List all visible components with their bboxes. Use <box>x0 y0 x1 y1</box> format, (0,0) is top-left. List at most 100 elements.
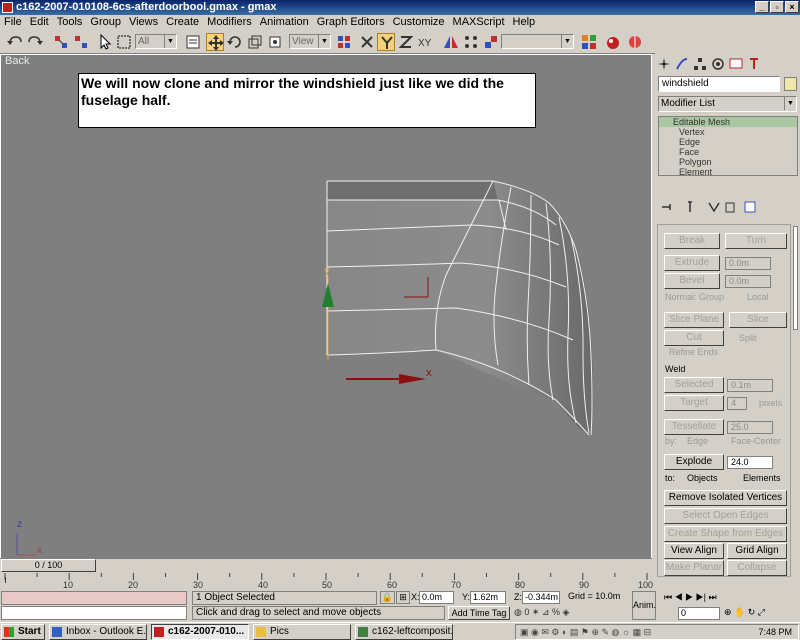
task-pics[interactable]: Pics <box>253 624 351 640</box>
named-selection-dropdown[interactable]: ▼ <box>501 34 574 49</box>
elements-radio[interactable]: Elements <box>743 473 781 483</box>
menu-file[interactable]: File <box>0 15 26 30</box>
weld-target-button[interactable]: Target <box>664 395 724 411</box>
create-shape-from-edges-button[interactable]: Create Shape from Edges <box>664 526 787 542</box>
lock-selection-icon[interactable]: 🔒 <box>380 591 395 604</box>
panel-scrollbar[interactable] <box>793 226 798 330</box>
array-icon[interactable] <box>462 33 480 51</box>
stack-item-face[interactable]: Face <box>659 147 797 157</box>
show-end-result-icon[interactable] <box>683 200 697 214</box>
restrict-z-icon[interactable] <box>397 33 415 51</box>
snap-toggles-icon[interactable]: ◍ 0 ✶ ⊿ % ◈ <box>514 607 569 618</box>
absolute-mode-icon[interactable]: ⊞ <box>396 591 410 604</box>
explode-button[interactable]: Explode <box>664 454 724 470</box>
select-and-scale-icon[interactable] <box>246 33 264 51</box>
use-pivot-center-icon[interactable] <box>335 33 353 51</box>
close-button[interactable]: × <box>785 1 799 13</box>
select-and-rotate-icon[interactable] <box>226 33 244 51</box>
remove-modifier-icon[interactable] <box>723 200 737 214</box>
stack-item-element[interactable]: Element <box>659 167 797 177</box>
edge-radio[interactable]: Edge <box>687 436 708 446</box>
task-outlook[interactable]: Inbox - Outlook E... <box>49 624 147 640</box>
create-tab-icon[interactable] <box>657 57 671 71</box>
windshield-mesh[interactable] <box>1 55 651 571</box>
group-radio[interactable]: Group <box>699 292 724 302</box>
local-radio[interactable]: Local <box>747 292 769 302</box>
restrict-xy-icon[interactable]: XY <box>417 33 439 51</box>
stack-item-edge[interactable]: Edge <box>659 137 797 147</box>
utilities-tab-icon[interactable] <box>747 57 761 71</box>
time-slider[interactable] <box>0 558 652 573</box>
time-slider-thumb[interactable]: 0 / 100 <box>1 559 96 572</box>
quick-render-icon[interactable] <box>626 33 644 51</box>
face-center-radio[interactable]: Face-Center <box>731 436 781 446</box>
grid-align-button[interactable]: Grid Align <box>727 543 787 559</box>
object-color-swatch[interactable] <box>784 77 797 91</box>
select-and-link-icon[interactable] <box>52 33 70 51</box>
weld-selected-button[interactable]: Selected <box>664 377 724 393</box>
bevel-button[interactable]: Bevel <box>664 273 720 289</box>
weld-threshold[interactable]: 0.1m <box>727 379 773 392</box>
collapse-button[interactable]: Collapse <box>727 560 787 576</box>
task-composite[interactable]: c162-leftcomposit... <box>355 624 453 640</box>
remove-isolated-vertices-button[interactable]: Remove Isolated Vertices <box>664 490 787 506</box>
select-object-icon[interactable] <box>96 33 114 51</box>
tessellate-tension[interactable]: 25.0 <box>727 421 773 434</box>
break-button[interactable]: Break <box>664 233 720 249</box>
objects-radio[interactable]: Objects <box>687 473 718 483</box>
restrict-y-icon[interactable] <box>377 33 395 51</box>
maxscript-listener-mini[interactable] <box>1 591 187 605</box>
maxscript-input[interactable] <box>1 606 187 620</box>
playback-controls-icon[interactable]: ⏮ ◀ ▶ ▶| ⏭ <box>664 592 717 603</box>
stack-item-vertex[interactable]: Vertex <box>659 127 797 137</box>
display-tab-icon[interactable] <box>729 57 743 71</box>
stack-item-editable-mesh[interactable]: Editable Mesh <box>659 117 797 127</box>
slice-plane-button[interactable]: Slice Plane <box>664 312 724 328</box>
menu-graph-editors[interactable]: Graph Editors <box>313 15 389 30</box>
menu-animation[interactable]: Animation <box>256 15 313 30</box>
extrude-button[interactable]: Extrude <box>664 255 720 271</box>
restrict-x-icon[interactable] <box>358 33 376 51</box>
turn-button[interactable]: Turn <box>725 233 787 249</box>
menu-customize[interactable]: Customize <box>389 15 449 30</box>
minimize-button[interactable]: _ <box>755 1 769 13</box>
refine-ends-checkbox[interactable]: Refine Ends <box>669 347 718 357</box>
menu-create[interactable]: Create <box>162 15 203 30</box>
render-icon[interactable] <box>604 33 622 51</box>
selection-filter-dropdown[interactable]: All ▼ <box>135 34 177 49</box>
motion-tab-icon[interactable] <box>711 57 725 71</box>
center-pivot-icon[interactable] <box>266 33 284 51</box>
mirror-icon[interactable] <box>442 33 460 51</box>
configure-modifier-sets-icon[interactable] <box>743 200 757 214</box>
current-frame-field[interactable]: 0 <box>678 607 720 620</box>
viewport-nav-icons[interactable]: ⊕ ✋ ↻ ⤢ <box>724 607 765 618</box>
y-coordinate-field[interactable]: 1.62m <box>470 591 506 604</box>
extrude-amount[interactable]: 0.0m <box>725 257 771 270</box>
add-time-tag-button[interactable]: Add Time Tag <box>448 606 510 620</box>
hierarchy-tab-icon[interactable] <box>693 57 707 71</box>
cut-button[interactable]: Cut <box>664 330 724 346</box>
start-button[interactable]: Start <box>1 624 45 640</box>
z-coordinate-field[interactable]: -0.344m <box>522 591 560 604</box>
material-editor-icon[interactable] <box>580 33 598 51</box>
tessellate-button[interactable]: Tessellate <box>664 419 724 435</box>
align-icon[interactable] <box>482 33 500 51</box>
object-name-field[interactable]: windshield <box>658 76 780 92</box>
split-checkbox[interactable]: Split <box>739 333 757 343</box>
clock[interactable]: 7:48 PM <box>758 625 792 639</box>
reference-coordinate-dropdown[interactable]: View ▼ <box>289 34 331 49</box>
menu-views[interactable]: Views <box>125 15 162 30</box>
pin-stack-icon[interactable] <box>660 200 674 214</box>
restore-button[interactable]: ▫ <box>770 1 784 13</box>
viewport-back[interactable]: Back We will now clone and mirror the wi… <box>0 54 652 572</box>
undo-icon[interactable] <box>6 33 24 51</box>
select-open-edges-button[interactable]: Select Open Edges <box>664 508 787 524</box>
menu-edit[interactable]: Edit <box>26 15 53 30</box>
x-coordinate-field[interactable]: 0.0m <box>419 591 454 604</box>
tray-icons[interactable]: ▣ ◉ ✉ ⚙ ◐ ▤ ⚑ ⊕ ✎ ◍ ☼ ▦ ⊟ <box>516 627 651 637</box>
stack-item-polygon[interactable]: Polygon <box>659 157 797 167</box>
make-unique-icon[interactable] <box>707 200 721 214</box>
menu-group[interactable]: Group <box>86 15 125 30</box>
region-select-icon[interactable] <box>115 33 133 51</box>
task-gmax[interactable]: c162-2007-010... <box>151 624 249 640</box>
